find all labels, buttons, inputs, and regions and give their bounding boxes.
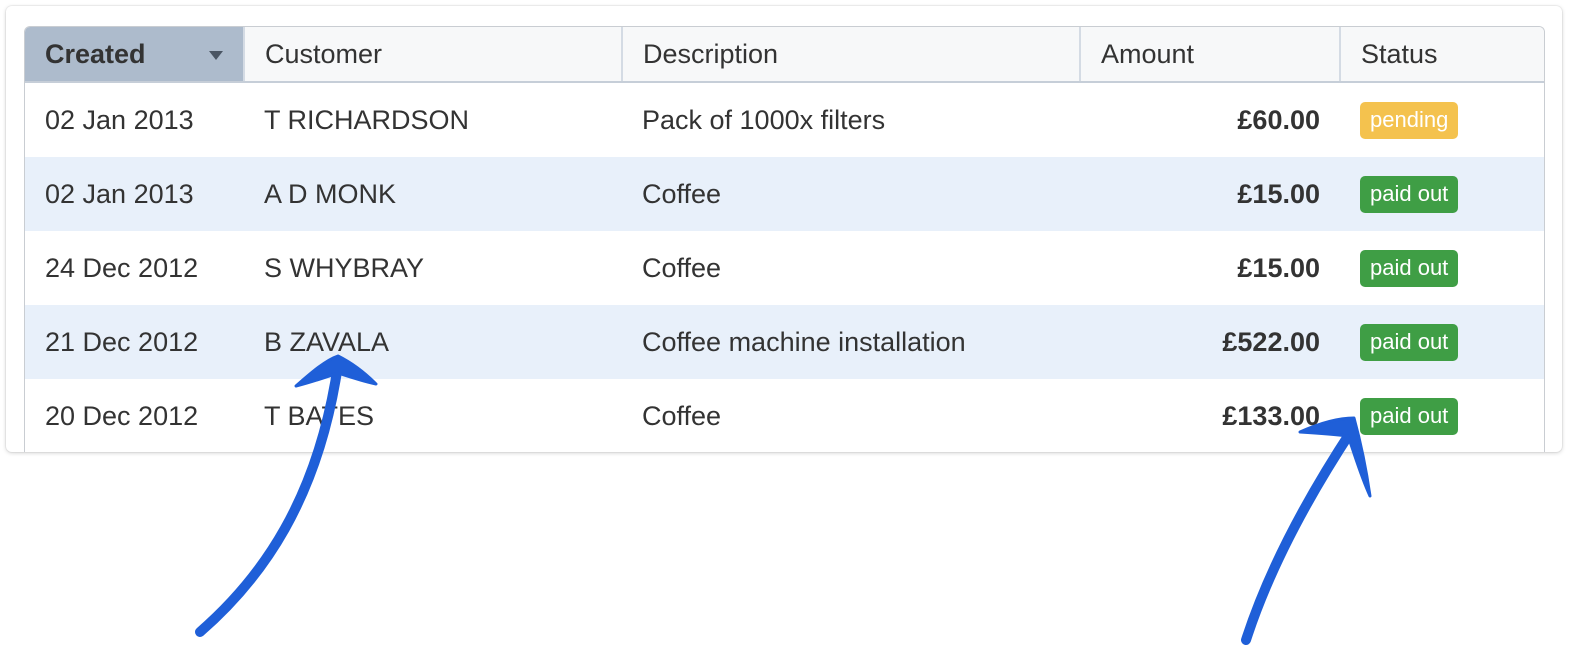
cell-customer: B ZAVALA xyxy=(244,305,622,379)
payments-table-wrapper: Created Customer Description Amount Stat… xyxy=(24,26,1545,452)
cell-status: pending xyxy=(1340,82,1544,157)
cell-created: 24 Dec 2012 xyxy=(25,231,244,305)
cell-text: 02 Jan 2013 xyxy=(45,104,194,135)
cell-text: T BATES xyxy=(264,400,375,431)
cell-text: A D MONK xyxy=(264,178,397,209)
cell-text: Coffee machine installation xyxy=(642,326,966,357)
column-header-label: Amount xyxy=(1101,38,1195,69)
status-badge: paid out xyxy=(1360,323,1459,361)
payments-table: Created Customer Description Amount Stat… xyxy=(25,27,1544,452)
cell-text: 02 Jan 2013 xyxy=(45,178,194,209)
cell-created: 02 Jan 2013 xyxy=(25,82,244,157)
cell-text: Coffee xyxy=(642,400,722,431)
table-row[interactable]: 02 Jan 2013 T RICHARDSON Pack of 1000x fil… xyxy=(25,82,1544,157)
table-body: 02 Jan 2013 T RICHARDSON Pack of 1000x fil… xyxy=(25,82,1544,452)
cell-status: paid out xyxy=(1340,305,1544,379)
status-badge: paid out xyxy=(1360,249,1459,287)
cell-created: 21 Dec 2012 xyxy=(25,305,244,379)
cell-amount: £522.00 xyxy=(1080,305,1340,379)
status-badge: paid out xyxy=(1360,397,1459,435)
cell-text: £522.00 xyxy=(1222,326,1320,357)
status-badge: paid out xyxy=(1360,175,1459,213)
cell-text: 24 Dec 2012 xyxy=(45,252,199,283)
arrow-shaft xyxy=(1241,425,1357,645)
column-header-created[interactable]: Created xyxy=(25,27,244,83)
cell-text: Coffee xyxy=(642,178,722,209)
cell-status: paid out xyxy=(1340,379,1544,452)
cell-text: £15.00 xyxy=(1237,252,1320,283)
cell-text: £60.00 xyxy=(1237,104,1320,135)
cell-text: 21 Dec 2012 xyxy=(45,326,199,357)
cell-text: £15.00 xyxy=(1237,178,1320,209)
table-row[interactable]: 24 Dec 2012 S WHYBRAY Coffee £15.00 paid out xyxy=(25,231,1544,305)
table-header-row: Created Customer Description Amount Stat… xyxy=(25,27,1544,83)
cell-status: paid out xyxy=(1340,157,1544,231)
cell-customer: A D MONK xyxy=(244,157,622,231)
caret-down-icon xyxy=(209,51,223,60)
table-row[interactable]: 02 Jan 2013 A D MONK Coffee £15.00 paid out xyxy=(25,157,1544,231)
cell-text: Pack of 1000x filters xyxy=(642,104,886,135)
cell-created: 02 Jan 2013 xyxy=(25,157,244,231)
cell-amount: £15.00 xyxy=(1080,231,1340,305)
column-header-label: Description xyxy=(643,38,779,69)
cell-description: Pack of 1000x filters xyxy=(622,82,1080,157)
cell-text: T RICHARDSON xyxy=(264,104,470,135)
cell-text: 20 Dec 2012 xyxy=(45,400,199,431)
column-header-customer[interactable]: Customer xyxy=(243,27,622,83)
payments-card: Created Customer Description Amount Stat… xyxy=(6,6,1562,452)
column-header-label: Status xyxy=(1361,38,1438,69)
cell-customer: S WHYBRAY xyxy=(244,231,622,305)
cell-text: Coffee xyxy=(642,252,722,283)
column-header-label: Customer xyxy=(265,38,383,69)
cell-text: B ZAVALA xyxy=(264,326,390,357)
cell-description: Coffee xyxy=(622,157,1080,231)
cell-created: 20 Dec 2012 xyxy=(25,379,244,452)
cell-status: paid out xyxy=(1340,231,1544,305)
column-header-status[interactable]: Status xyxy=(1339,27,1544,83)
table-row[interactable]: 20 Dec 2012 T BATES Coffee £133.00 paid out xyxy=(25,379,1544,452)
column-header-description[interactable]: Description xyxy=(621,27,1080,83)
cell-amount: £15.00 xyxy=(1080,157,1340,231)
cell-text: S WHYBRAY xyxy=(264,252,425,283)
cell-customer: T BATES xyxy=(244,379,622,452)
table-row[interactable]: 21 Dec 2012 B ZAVALA Coffee machine instal… xyxy=(25,305,1544,379)
cell-text: £133.00 xyxy=(1222,400,1320,431)
status-badge: pending xyxy=(1360,101,1459,139)
cell-description: Coffee xyxy=(622,379,1080,452)
cell-amount: £133.00 xyxy=(1080,379,1340,452)
cell-description: Coffee xyxy=(622,231,1080,305)
cell-amount: £60.00 xyxy=(1080,82,1340,157)
column-header-label: Created xyxy=(45,38,146,69)
column-header-amount[interactable]: Amount xyxy=(1079,27,1340,83)
cell-description: Coffee machine installation xyxy=(622,305,1080,379)
cell-customer: T RICHARDSON xyxy=(244,82,622,157)
